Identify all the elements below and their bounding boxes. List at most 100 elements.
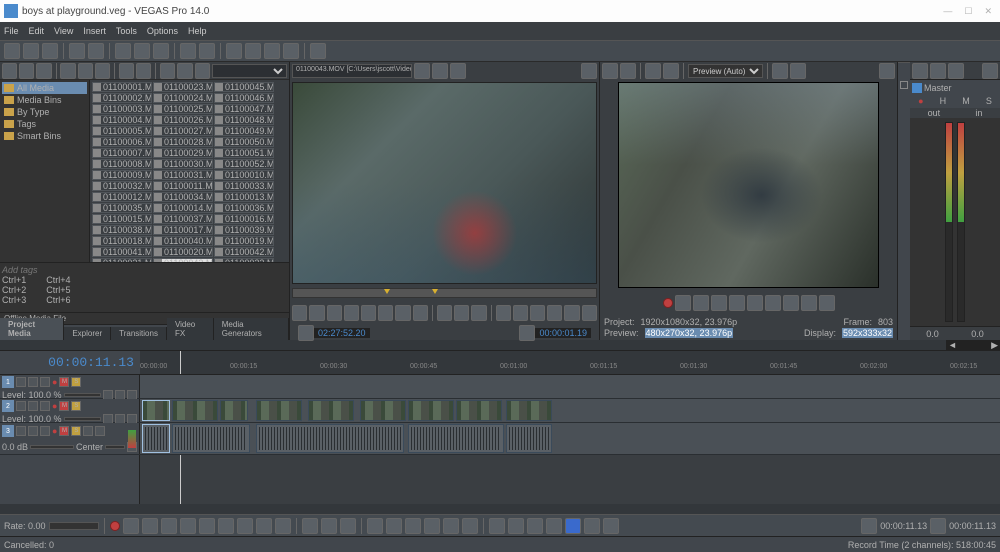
auto-crossfade-toggle[interactable] [443,518,459,534]
clip-item[interactable]: 01100020.MOV [153,247,213,257]
get-media-button[interactable] [36,63,51,79]
ignore-event-toggle[interactable] [424,518,440,534]
clip-item[interactable]: 01100012.MOV [92,192,152,202]
new-project-button[interactable] [4,43,20,59]
cd-track-tool[interactable] [546,518,562,534]
clip-item[interactable]: 01100027.MOV [153,126,213,136]
search-combo[interactable] [212,64,287,78]
rate-scrub[interactable] [49,522,99,530]
prev-go-end-button[interactable] [783,295,799,311]
trimmer-scrub[interactable] [292,288,597,298]
tab-explorer[interactable]: Explorer [64,327,111,340]
solo-button[interactable]: S [71,377,81,387]
bot-loop-button[interactable] [123,518,139,534]
track-fx-icon-2[interactable] [28,401,38,411]
bot-next-frame-button[interactable] [275,518,291,534]
clip-item[interactable]: 01100002.MOV [92,93,152,103]
clip-item[interactable]: 01100010.MOV [214,170,274,180]
trimmer-close-button[interactable] [581,63,597,79]
track-lane-2[interactable] [140,399,1000,422]
trimmer-video[interactable] [292,82,597,284]
track-header-2[interactable]: 2 ● M S Level: 100.0 % [0,399,140,422]
timeline-cursor[interactable] [180,351,181,374]
tag-ctrl-4[interactable]: Ctrl+4 [46,275,70,285]
search-media-button[interactable] [195,63,210,79]
clip-item[interactable]: 01100009.MOV [92,170,152,180]
marker-snap-toggle[interactable] [603,518,619,534]
mark-in-button[interactable] [496,305,511,321]
track-lane-3[interactable] [140,423,1000,454]
solo-button-3[interactable]: S [71,426,81,436]
clip-item[interactable]: 01100016.MOV [214,214,274,224]
add-to-timeline-button[interactable] [437,305,452,321]
preview-fx-button[interactable] [645,63,661,79]
clip-item[interactable]: 01100033.MOV [214,181,274,191]
prev-loop-button[interactable] [675,295,691,311]
tree-smart-bins[interactable]: Smart Bins [2,130,87,142]
video-event[interactable] [360,400,406,421]
region-tool[interactable] [508,518,524,534]
minimize-button[interactable]: — [943,6,952,17]
trimmer-tc-icon[interactable] [298,325,314,341]
media-fx-button[interactable] [95,63,110,79]
preview-device-button[interactable] [602,63,618,79]
vol-slider[interactable] [30,445,74,449]
downmix-button[interactable] [930,63,946,79]
clip-item[interactable]: 01100048.MOV [214,115,274,125]
trimmer-dur-icon[interactable] [519,325,535,341]
audio-event[interactable] [506,424,552,453]
prev-prev-frame-button[interactable] [801,295,817,311]
tree-by-type[interactable]: By Type [2,106,87,118]
tag-ctrl-3[interactable]: Ctrl+3 [2,295,26,305]
bot-play-start-button[interactable] [142,518,158,534]
bot-record-button[interactable] [110,521,120,531]
clip-item[interactable]: 01100052.MOV [214,159,274,169]
tab-project-media[interactable]: Project Media [0,318,64,340]
bot-play-button[interactable] [161,518,177,534]
clip-item[interactable]: 01100025.MOV [153,104,213,114]
clip-item[interactable]: 01100005.MOV [92,126,152,136]
add-tags-label[interactable]: Add tags [2,265,287,275]
paste-button[interactable] [153,43,169,59]
snap-button[interactable] [226,43,242,59]
clip-item[interactable]: 01100049.MOV [214,126,274,136]
record-button[interactable] [663,298,673,308]
clip-item[interactable]: 01100011.MOV [153,181,213,191]
save-markers-button[interactable] [547,305,562,321]
render-as-button[interactable] [69,43,85,59]
menu-insert[interactable]: Insert [83,26,106,36]
trimmer-tc-left[interactable]: 02:27:52.20 [314,328,370,338]
trimmer-path[interactable]: 01100043.MOV [C:\Users\jscott\Videos\Boy… [292,64,412,78]
prev-play-button[interactable] [711,295,727,311]
clip-item[interactable]: 01100001.MOV [92,82,152,92]
refresh-button[interactable] [136,63,151,79]
clip-item[interactable]: 01100042.MOV [214,247,274,257]
clip-item[interactable]: 01100036.MOV [214,203,274,213]
show-video-button[interactable] [564,305,579,321]
mute-button-3[interactable]: M [59,426,69,436]
video-event[interactable] [142,400,170,421]
timeline-scrollbar[interactable] [0,504,1000,514]
menu-help[interactable]: Help [188,26,207,36]
maximize-button[interactable]: ☐ [964,6,972,17]
fx-send-button[interactable] [95,426,105,436]
bot-pause-button[interactable] [180,518,196,534]
grid-snap-toggle[interactable] [584,518,600,534]
clip-item[interactable]: 01100039.MOV [214,225,274,235]
set-in-button[interactable] [861,518,877,534]
video-event[interactable] [506,400,552,421]
menu-options[interactable]: Options [147,26,178,36]
clip-item[interactable]: 01100037.MOV [153,214,213,224]
level-slider-2[interactable] [64,417,101,421]
mute-button-2[interactable]: M [59,401,69,411]
mark-out-button[interactable] [513,305,528,321]
cut-button[interactable] [115,43,131,59]
video-event[interactable] [456,400,502,421]
track-fx-icon-3[interactable] [28,426,38,436]
clip-item[interactable]: 01100015.MOV [92,214,152,224]
redo-button[interactable] [199,43,215,59]
track-lane-1[interactable] [140,375,1000,398]
tag-ctrl-2[interactable]: Ctrl+2 [2,285,26,295]
hscroll-right[interactable]: ▶ [991,340,998,350]
media-list[interactable]: 01100001.MOV01100023.MOV01100045.MOV0110… [90,80,289,262]
